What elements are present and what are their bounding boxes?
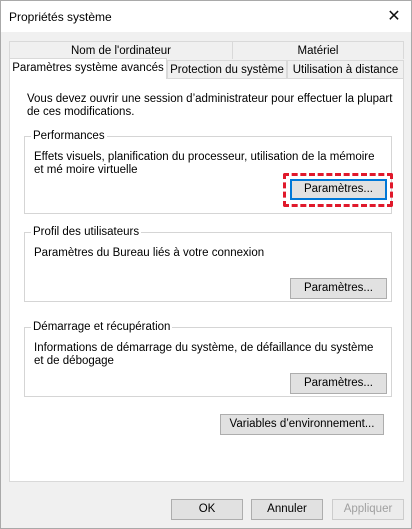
- admin-notice: Vous devez ouvrir une session d’administ…: [27, 93, 393, 118]
- highlight-marker: [283, 173, 393, 207]
- environment-variables-button[interactable]: Variables d’environnement...: [220, 414, 384, 435]
- startup-recovery-settings-button[interactable]: Paramètres...: [290, 373, 387, 394]
- ok-button[interactable]: OK: [171, 499, 243, 520]
- window-title: Propriétés système: [9, 10, 112, 24]
- startup-recovery-group: Démarrage et récupération Informations d…: [24, 320, 392, 397]
- user-profiles-settings-button[interactable]: Paramètres...: [290, 278, 387, 299]
- tab-hardware[interactable]: Matériel: [232, 41, 404, 59]
- startup-recovery-group-label: Démarrage et récupération: [31, 320, 173, 334]
- apply-button[interactable]: Appliquer: [332, 499, 404, 520]
- user-profiles-group: Profil des utilisateurs Paramètres du Bu…: [24, 225, 392, 302]
- performance-group-label: Performances: [31, 129, 107, 143]
- user-profiles-group-label: Profil des utilisateurs: [31, 225, 142, 239]
- tab-remote[interactable]: Utilisation à distance: [287, 60, 404, 78]
- tab-computer-name[interactable]: Nom de l'ordinateur: [9, 41, 233, 59]
- title-bar: Propriétés système ✕: [1, 1, 411, 32]
- close-icon[interactable]: ✕: [377, 1, 411, 32]
- advanced-tab-panel: Vous devez ouvrir une session d’administ…: [9, 78, 404, 482]
- startup-recovery-description: Informations de démarrage du système, de…: [34, 342, 374, 367]
- tab-advanced-system-settings[interactable]: Paramètres système avancés: [9, 58, 167, 79]
- performance-group: Performances Effets visuels, planificati…: [24, 129, 393, 214]
- system-properties-dialog: Propriétés système ✕ Nom de l'ordinateur…: [0, 0, 412, 529]
- cancel-button[interactable]: Annuler: [251, 499, 323, 520]
- tab-system-protection[interactable]: Protection du système: [167, 60, 287, 78]
- user-profiles-description: Paramètres du Bureau liés à votre connex…: [34, 247, 265, 259]
